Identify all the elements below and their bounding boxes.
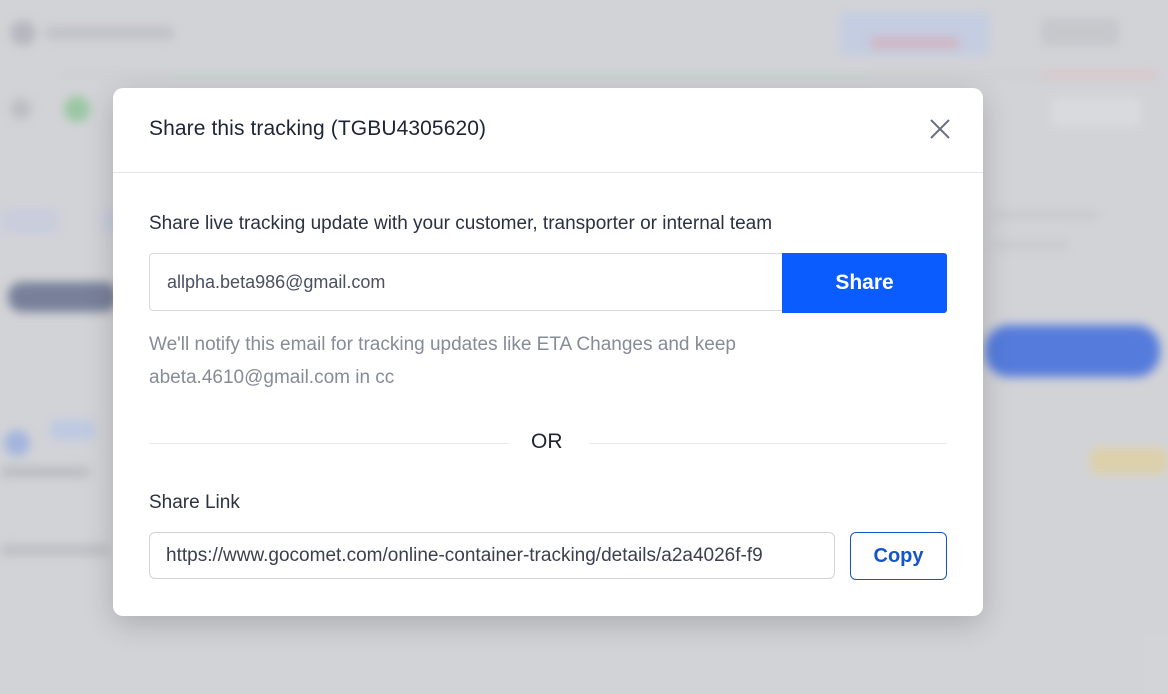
share-link-label: Share Link <box>149 492 240 513</box>
modal-header: Share this tracking (TGBU4305620) <box>113 88 983 173</box>
close-button[interactable] <box>925 114 955 144</box>
share-description: Share live tracking update with your cus… <box>149 213 773 234</box>
share-link-input[interactable] <box>149 532 835 579</box>
divider-left <box>149 443 509 444</box>
modal-title: Share this tracking (TGBU4305620) <box>149 117 487 140</box>
or-separator: OR <box>531 430 563 453</box>
divider-right <box>589 443 947 444</box>
page: Share this tracking (TGBU4305620) Share … <box>0 0 1168 694</box>
close-icon <box>930 119 950 139</box>
copy-button[interactable]: Copy <box>850 532 947 580</box>
email-input[interactable] <box>149 253 782 311</box>
notify-text: We'll notify this email for tracking upd… <box>149 334 736 388</box>
share-tracking-modal: Share this tracking (TGBU4305620) Share … <box>113 88 983 616</box>
share-button[interactable]: Share <box>782 253 947 313</box>
